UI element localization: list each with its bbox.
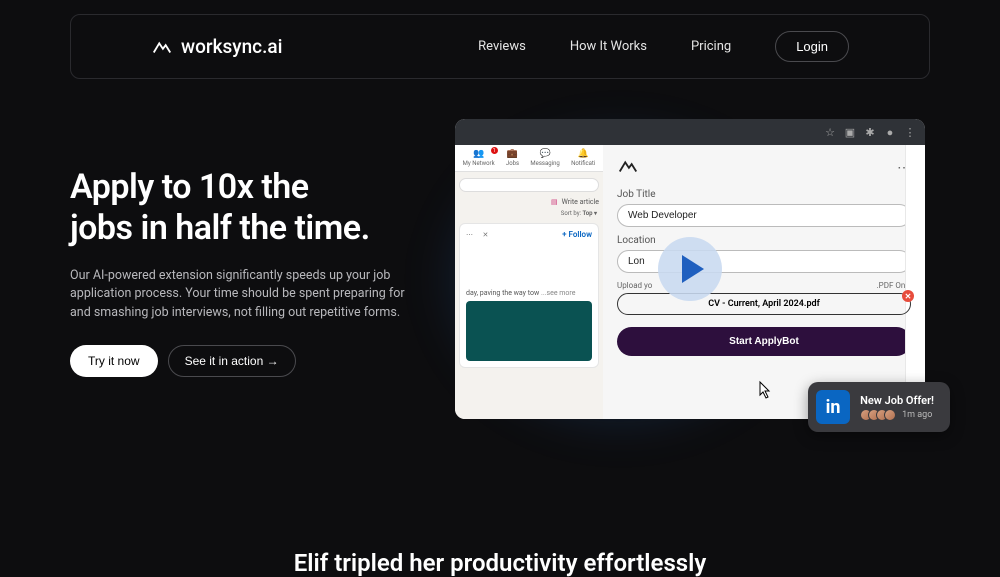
hero-title-l1: Apply to 10x the [70, 167, 309, 207]
tab-jobs: 💼Jobs [506, 149, 519, 167]
hero-description: Our AI-powered extension significantly s… [70, 267, 420, 323]
try-button[interactable]: Try it now [70, 345, 158, 377]
browser-chrome: ☆ ▣ ✱ ● ⋮ [455, 119, 925, 145]
extension-icon: ▣ [843, 125, 857, 139]
see-button[interactable]: See it in action → [168, 345, 296, 377]
notification-title: New Job Offer! [860, 394, 934, 407]
job-title-input[interactable] [617, 204, 911, 227]
nav-howitworks[interactable]: How It Works [570, 39, 647, 54]
briefcase-icon: 💼 [507, 149, 518, 159]
linkedin-post: ⋯ ✕ + Follow day, paving the way tow ...… [459, 223, 599, 368]
cv-filename: CV - Current, April 2024.pdf [708, 299, 820, 309]
browser-mock: ☆ ▣ ✱ ● ⋮ 👥My Network1 💼Jobs 💬Messaging … [455, 119, 925, 419]
write-article: ▤Write article [459, 198, 599, 206]
start-applybot-button[interactable]: Start ApplyBot [617, 327, 911, 356]
hero-copy: Apply to 10x the jobs in half the time. … [70, 119, 430, 419]
brand-text: worksync.ai [181, 35, 282, 58]
ext-header: ⋯ [617, 155, 911, 181]
hero-visual: ☆ ▣ ✱ ● ⋮ 👥My Network1 💼Jobs 💬Messaging … [450, 119, 930, 419]
logo-icon [151, 36, 173, 58]
hero-title-l2: jobs in half the time. [70, 208, 370, 248]
linkedin-search [459, 178, 599, 192]
cursor-icon [754, 380, 774, 407]
nav-links: Reviews How It Works Pricing Login [478, 31, 849, 62]
upload-label: Upload yo [617, 281, 652, 290]
tab-messaging: 💬Messaging [530, 149, 559, 167]
notification-toast[interactable]: in New Job Offer! 1m ago [808, 382, 950, 432]
post-text: day, paving the way tow ...see more [466, 289, 592, 297]
nav-reviews[interactable]: Reviews [478, 39, 526, 54]
post-menu: ⋯ ✕ [466, 231, 488, 239]
linkedin-panel: 👥My Network1 💼Jobs 💬Messaging 🔔Notificat… [455, 145, 603, 419]
sort-row: Sort by: Top ▾ [455, 208, 603, 219]
bell-icon: 🔔 [578, 149, 589, 159]
brand-logo[interactable]: worksync.ai [151, 35, 282, 58]
teaser-heading: Elif tripled her productivity effortless… [0, 549, 1000, 577]
play-button[interactable] [658, 237, 722, 301]
badge-icon: 1 [491, 147, 498, 154]
ext-logo-icon [617, 155, 639, 181]
remove-cv-icon[interactable]: ✕ [902, 290, 914, 302]
notification-avatars [860, 409, 896, 421]
hero-ctas: Try it now See it in action → [70, 345, 430, 377]
follow-button: + Follow [562, 230, 592, 239]
hero-section: Apply to 10x the jobs in half the time. … [0, 79, 1000, 419]
profile-icon: ● [883, 125, 897, 139]
extension-panel: ⋯ Job Title Location Upload yo .PDF Only… [603, 145, 925, 419]
notification-body: New Job Offer! 1m ago [860, 394, 934, 421]
article-icon: ▤ [551, 198, 558, 206]
linkedin-topbar: 👥My Network1 💼Jobs 💬Messaging 🔔Notificat… [455, 145, 603, 172]
job-title-label: Job Title [617, 189, 911, 200]
cv-pill[interactable]: CV - Current, April 2024.pdf ✕ [617, 293, 911, 315]
tab-notifications: 🔔Notificati [571, 149, 595, 167]
puzzle-icon: ✱ [863, 125, 877, 139]
notification-meta: 1m ago [860, 409, 934, 421]
location-label: Location [617, 235, 911, 246]
people-icon: 👥 [473, 149, 484, 159]
hero-title: Apply to 10x the jobs in half the time. [70, 167, 430, 249]
tab-network: 👥My Network1 [463, 149, 495, 167]
navbar: worksync.ai Reviews How It Works Pricing… [70, 14, 930, 79]
chat-icon: 💬 [539, 149, 550, 159]
star-icon: ☆ [823, 125, 837, 139]
post-header: ⋯ ✕ + Follow [466, 230, 592, 239]
menu-icon: ⋮ [903, 125, 917, 139]
linkedin-icon: in [816, 390, 850, 424]
nav-pricing[interactable]: Pricing [691, 39, 731, 54]
post-image [466, 301, 592, 361]
right-strip [905, 145, 925, 419]
notification-time: 1m ago [902, 410, 932, 420]
login-button[interactable]: Login [775, 31, 849, 62]
